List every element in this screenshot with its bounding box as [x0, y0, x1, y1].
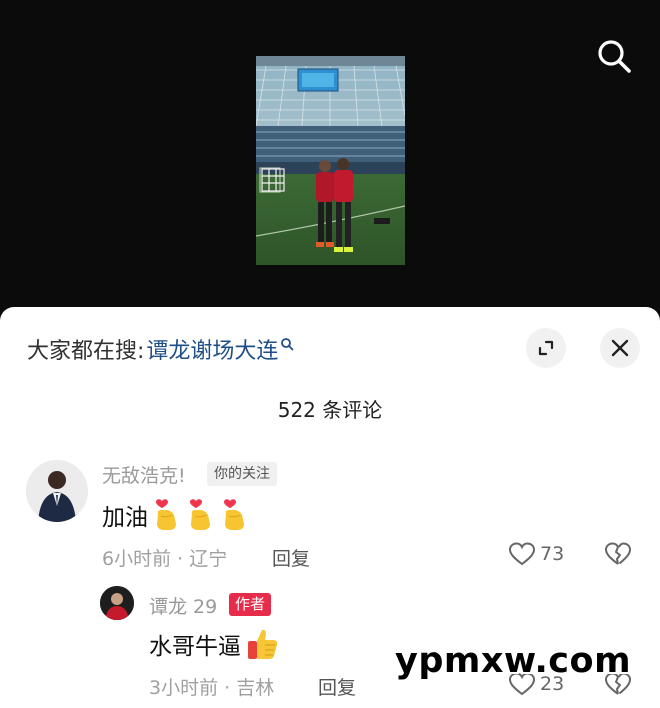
author-avatar-image	[100, 586, 134, 620]
site-watermark: ypmxw.com	[395, 641, 632, 681]
comment-meta: 3小时前 · 吉林	[149, 677, 275, 699]
close-button[interactable]	[600, 328, 640, 368]
close-icon	[611, 339, 629, 357]
hot-search-bar[interactable]: 大家都在搜: 谭龙谢场大连	[27, 334, 294, 364]
expand-icon	[538, 340, 554, 356]
author-badge: 作者	[229, 593, 272, 616]
expand-button[interactable]	[526, 328, 566, 368]
search-button[interactable]	[594, 36, 634, 76]
video-area	[0, 0, 660, 320]
comment-meta: 6小时前 · 辽宁	[102, 548, 228, 570]
avatar[interactable]	[26, 460, 88, 522]
comment-count: 522 条评论	[277, 398, 383, 422]
finger-heart-emoji	[190, 499, 210, 530]
small-search-icon	[281, 338, 294, 351]
video-player[interactable]	[256, 56, 405, 265]
comment-body: 加油	[102, 505, 148, 531]
heart-icon	[508, 542, 536, 566]
reply-button[interactable]: 回复	[318, 673, 356, 700]
comment-username[interactable]: 无敌浩克!	[102, 461, 186, 488]
user-avatar-image	[26, 460, 88, 522]
comment-body: 水哥牛逼	[149, 634, 241, 660]
hot-search-term[interactable]: 谭龙谢场大连	[146, 333, 278, 365]
hot-search-label: 大家都在搜:	[27, 339, 145, 364]
comment-text: 水哥牛逼	[149, 627, 279, 661]
following-badge: 你的关注	[207, 462, 277, 486]
comment-username[interactable]: 谭龙 29	[149, 592, 217, 619]
search-icon	[598, 40, 631, 73]
like-count: 73	[540, 543, 565, 565]
broken-heart-icon	[605, 542, 632, 565]
comment-text: 加油	[102, 498, 250, 532]
stadium-photo	[256, 56, 405, 265]
finger-heart-emoji	[156, 499, 176, 530]
avatar[interactable]	[100, 586, 134, 620]
finger-heart-emoji	[224, 499, 244, 530]
like-button[interactable]: 73	[508, 541, 564, 567]
reply-button[interactable]: 回复	[272, 544, 310, 571]
dislike-button[interactable]	[604, 541, 632, 571]
thumbs-up-emoji	[248, 629, 278, 659]
